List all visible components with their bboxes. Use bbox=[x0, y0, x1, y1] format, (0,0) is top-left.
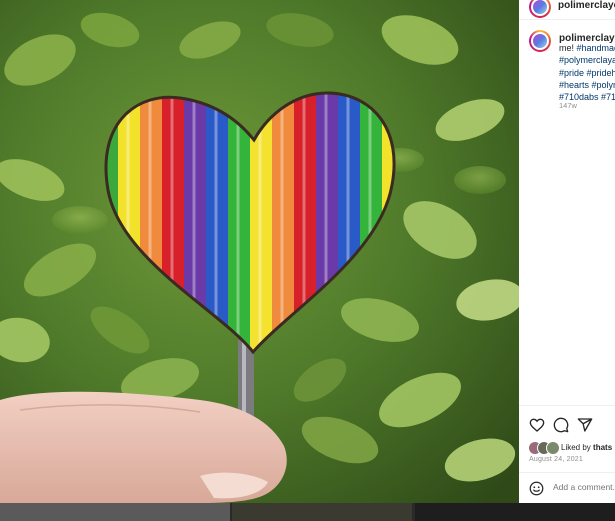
background-strip bbox=[0, 503, 615, 521]
comment-input[interactable] bbox=[553, 482, 615, 492]
divider bbox=[519, 472, 615, 473]
liker-avatar[interactable] bbox=[546, 441, 560, 455]
hashtag-link[interactable]: #pride #prideh bbox=[559, 68, 615, 78]
caption-avatar[interactable] bbox=[529, 30, 551, 52]
profile-avatar[interactable] bbox=[529, 0, 551, 18]
header-username[interactable]: polimerclaycox bbox=[558, 0, 615, 11]
post-photo[interactable] bbox=[0, 0, 519, 503]
share-icon[interactable] bbox=[577, 417, 593, 433]
post-side-panel: polimerclaycox polimerclaycox me! #handm… bbox=[519, 0, 615, 503]
post-caption: me! #handmac #polymerclayar #pride #prid… bbox=[559, 42, 615, 103]
caption-line: #pride #prideh bbox=[559, 67, 615, 79]
hashtag-link[interactable]: #hearts #polyn bbox=[559, 80, 615, 90]
heart-icon[interactable] bbox=[529, 417, 545, 433]
post-date[interactable]: August 24, 2021 bbox=[529, 456, 583, 463]
liked-by-text[interactable]: Liked by thats bbox=[561, 443, 612, 452]
divider bbox=[519, 405, 615, 406]
hashtag-link[interactable]: #handmac bbox=[577, 43, 615, 53]
post-time-ago[interactable]: 147w bbox=[559, 101, 577, 110]
caption-line: me! #handmac bbox=[559, 42, 615, 54]
liked-by-row: Liked by thats bbox=[528, 441, 615, 455]
caption-line: #hearts #polyn bbox=[559, 79, 615, 91]
liked-by-user[interactable]: thats bbox=[593, 443, 612, 452]
caption-line: #polymerclayar bbox=[559, 54, 615, 66]
post-header: polimerclaycox bbox=[519, 0, 615, 20]
hashtag-link[interactable]: #polymerclayar bbox=[559, 55, 615, 65]
comment-icon[interactable] bbox=[553, 417, 569, 433]
emoji-icon[interactable] bbox=[529, 481, 544, 496]
